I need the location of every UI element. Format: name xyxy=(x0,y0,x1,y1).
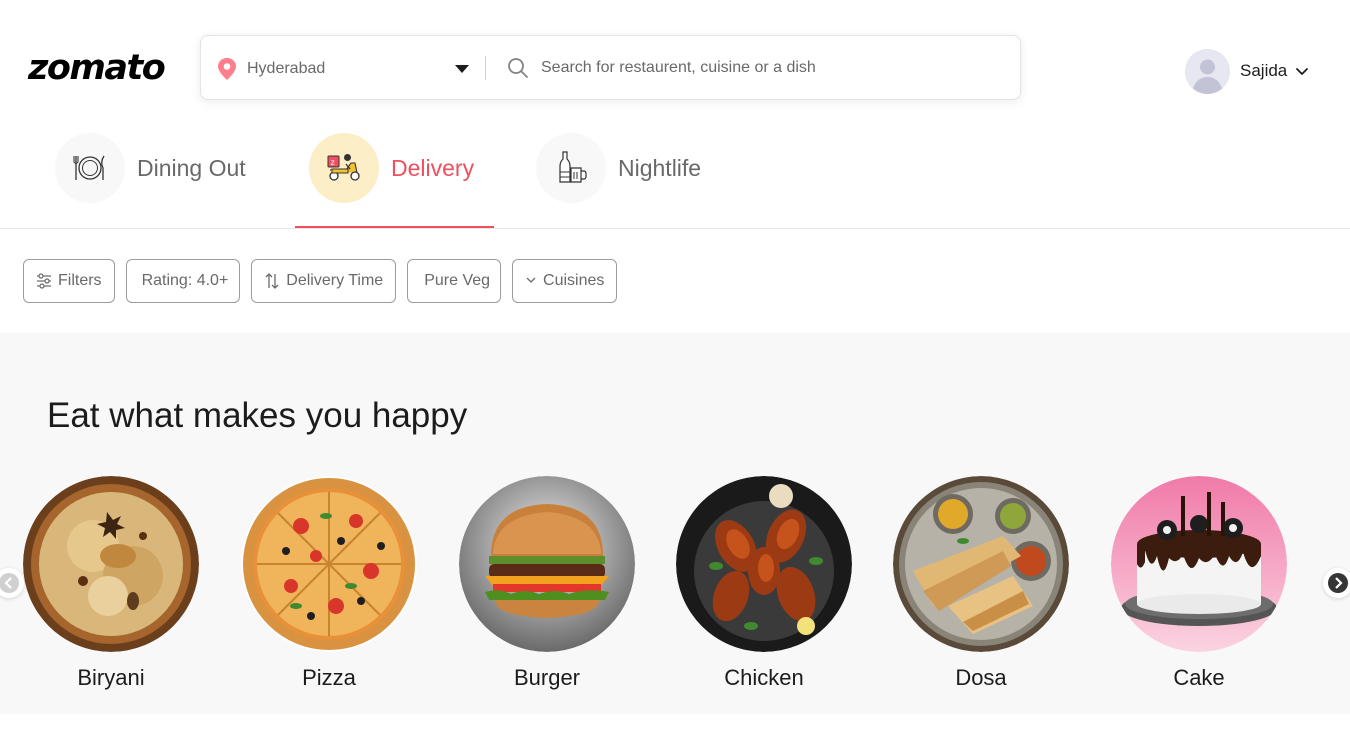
chevron-left-icon xyxy=(0,573,19,593)
delivery-scooter-icon: z xyxy=(309,133,379,203)
filters-label: Filters xyxy=(58,272,102,289)
tab-label: Dining Out xyxy=(137,154,246,181)
eat-section: Eat what makes you happy Biryani Pizza B… xyxy=(0,333,1350,714)
location-pin-icon xyxy=(218,58,236,80)
pure-veg-filter-button[interactable]: Pure Veg xyxy=(407,259,502,303)
filter-bar: Filters Rating: 4.0+ Delivery Time Pure … xyxy=(23,259,618,303)
dish-label: Pizza xyxy=(302,665,356,690)
location-label[interactable]: Hyderabad xyxy=(247,58,325,80)
dish-card-burger[interactable]: Burger xyxy=(459,476,635,692)
search-icon xyxy=(508,58,528,78)
dosa-image[interactable] xyxy=(893,476,1069,652)
chevron-right-icon xyxy=(1328,573,1348,593)
sliders-icon xyxy=(37,273,51,289)
dining-icon xyxy=(55,133,125,203)
chevron-down-icon xyxy=(526,277,536,283)
dish-label: Chicken xyxy=(724,665,804,690)
dish-card-chicken[interactable]: Chicken xyxy=(676,476,852,692)
tab-nightlife[interactable]: Nightlife xyxy=(536,132,701,204)
dish-card-biryani[interactable]: Biryani xyxy=(23,476,199,692)
tab-label: Delivery xyxy=(391,154,475,181)
svg-text:z: z xyxy=(331,158,335,167)
category-tabs: Dining Out z Delivery Nightlife xyxy=(0,120,1350,229)
user-menu[interactable]: Sajida xyxy=(1185,48,1309,94)
cuisines-filter-button[interactable]: Cuisines xyxy=(512,259,618,303)
chevron-down-icon[interactable] xyxy=(1295,64,1309,78)
rating-filter-label: Rating: 4.0+ xyxy=(141,272,229,289)
rating-filter-button[interactable]: Rating: 4.0+ xyxy=(125,259,241,303)
filters-button[interactable]: Filters xyxy=(23,259,115,303)
sort-arrows-icon xyxy=(265,273,279,289)
pure-veg-label: Pure Veg xyxy=(424,272,491,289)
cake-image[interactable] xyxy=(1111,476,1287,652)
pizza-image[interactable] xyxy=(241,476,417,652)
dish-card-pizza[interactable]: Pizza xyxy=(241,476,417,692)
nightlife-bottle-icon xyxy=(536,133,606,203)
delivery-time-label: Delivery Time xyxy=(286,272,384,289)
tab-label: Nightlife xyxy=(618,154,702,181)
zomato-logo[interactable]: zomato xyxy=(28,48,166,88)
search-bar: Hyderabad xyxy=(200,35,1021,100)
dish-label: Dosa xyxy=(955,665,1007,690)
cuisines-label: Cuisines xyxy=(543,272,605,289)
tab-delivery[interactable]: z Delivery xyxy=(309,132,474,204)
dish-label: Biryani xyxy=(77,665,145,690)
dish-label: Burger xyxy=(513,665,581,690)
biryani-image[interactable] xyxy=(23,476,199,652)
carousel-next-button[interactable] xyxy=(1323,568,1350,598)
section-title: Eat what makes you happy xyxy=(47,396,468,435)
search-input[interactable] xyxy=(541,56,1001,80)
dish-label: Cake xyxy=(1173,665,1225,690)
chicken-image[interactable] xyxy=(676,476,852,652)
active-tab-underline xyxy=(295,226,494,228)
tab-dining-out[interactable]: Dining Out xyxy=(55,132,246,204)
location-dropdown-caret-icon[interactable] xyxy=(455,65,469,73)
carousel-prev-button[interactable] xyxy=(0,568,24,598)
dish-card-dosa[interactable]: Dosa xyxy=(893,476,1069,692)
search-divider xyxy=(485,56,486,80)
delivery-time-sort-button[interactable]: Delivery Time xyxy=(251,259,397,303)
burger-image[interactable] xyxy=(459,476,635,652)
avatar[interactable] xyxy=(1185,48,1230,94)
user-name[interactable]: Sajida xyxy=(1240,61,1287,81)
dish-card-cake[interactable]: Cake xyxy=(1111,476,1287,692)
